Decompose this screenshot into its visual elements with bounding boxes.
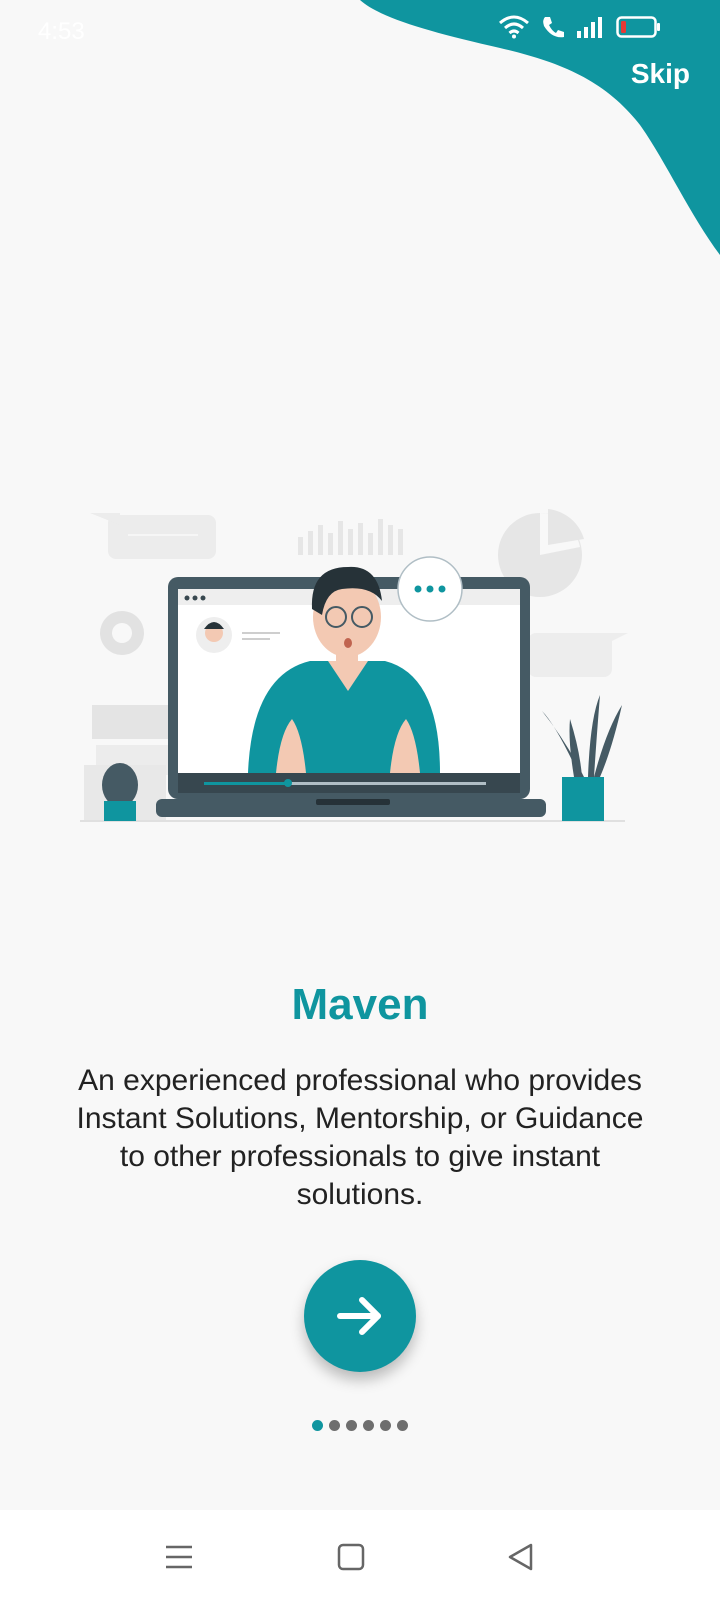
- page-indicator: [0, 1420, 720, 1431]
- skip-button[interactable]: Skip: [631, 58, 690, 90]
- page-dot: [380, 1420, 391, 1431]
- triangle-back-icon[interactable]: [504, 1540, 538, 1574]
- status-time: 4:53: [38, 18, 85, 45]
- next-button[interactable]: [304, 1260, 416, 1372]
- laptop-video-call-illustration: [80, 509, 628, 822]
- page-dot: [329, 1420, 340, 1431]
- arrow-right-icon: [337, 1297, 381, 1335]
- battery-icon: [616, 16, 660, 38]
- system-navigation-bar: [0, 1510, 720, 1600]
- onboarding-title: Maven: [291, 980, 429, 1029]
- onboarding-description: An experienced professional who provides…: [76, 1064, 644, 1211]
- page-dot: [312, 1420, 323, 1431]
- status-icons: [498, 14, 662, 40]
- page-dot: [397, 1420, 408, 1431]
- square-home-icon[interactable]: [334, 1540, 368, 1574]
- call-icon: [543, 17, 564, 38]
- signal-icon: [577, 17, 602, 38]
- menu-icon[interactable]: [162, 1540, 196, 1574]
- page-dot: [346, 1420, 357, 1431]
- wifi-icon: [499, 15, 529, 39]
- page-dot: [363, 1420, 374, 1431]
